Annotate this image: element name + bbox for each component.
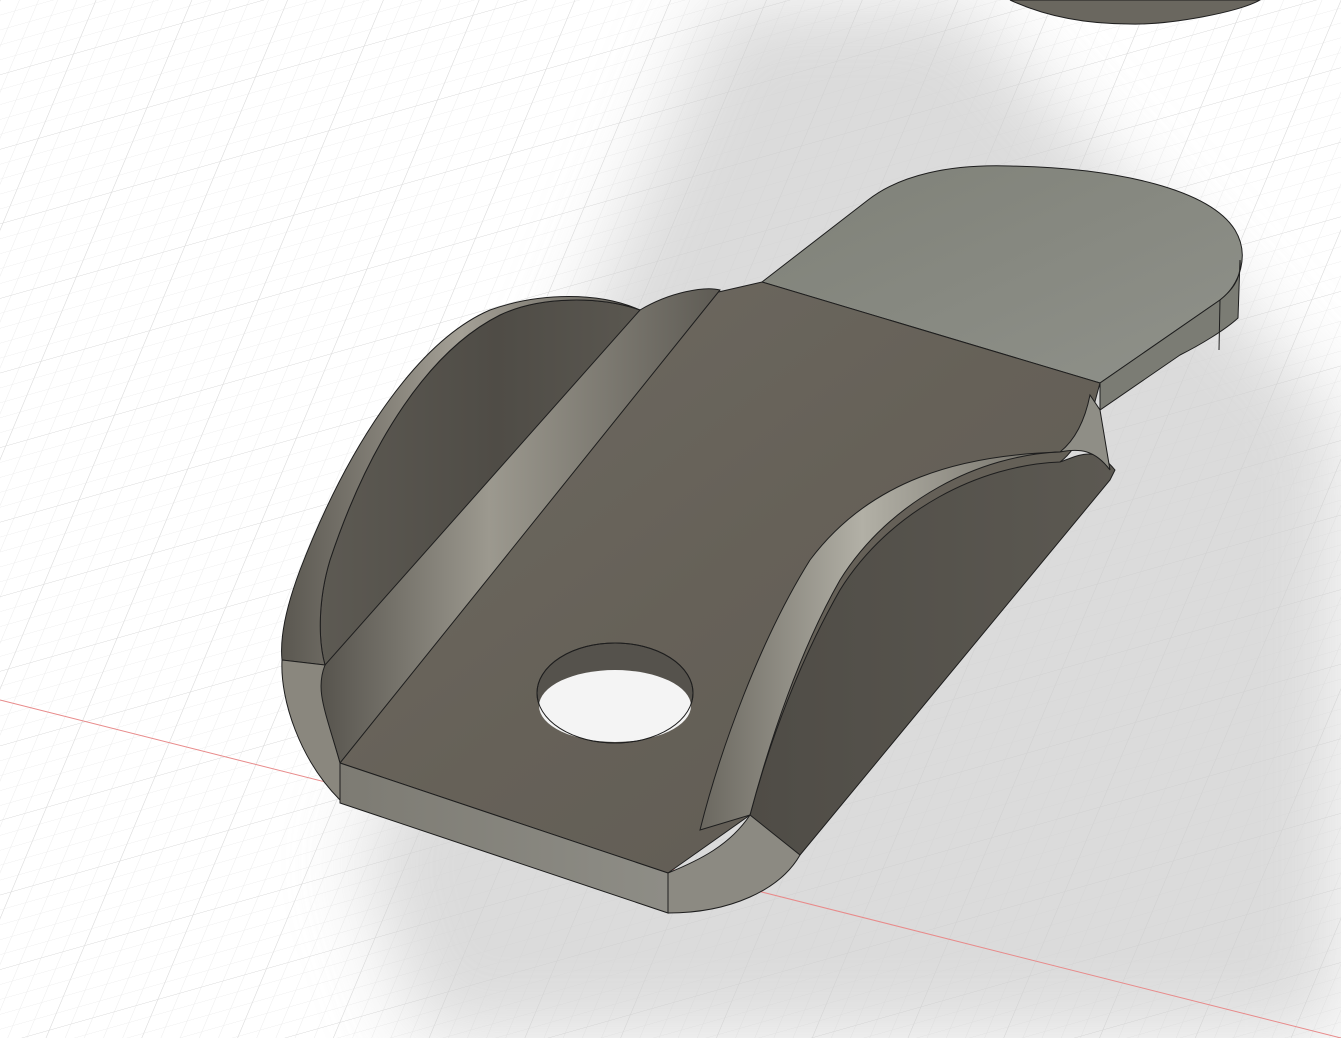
viewport-canvas[interactable] <box>0 0 1341 1038</box>
cad-viewport[interactable] <box>0 0 1341 1038</box>
hole-opening <box>539 670 691 742</box>
mounting-hole[interactable] <box>536 642 694 744</box>
